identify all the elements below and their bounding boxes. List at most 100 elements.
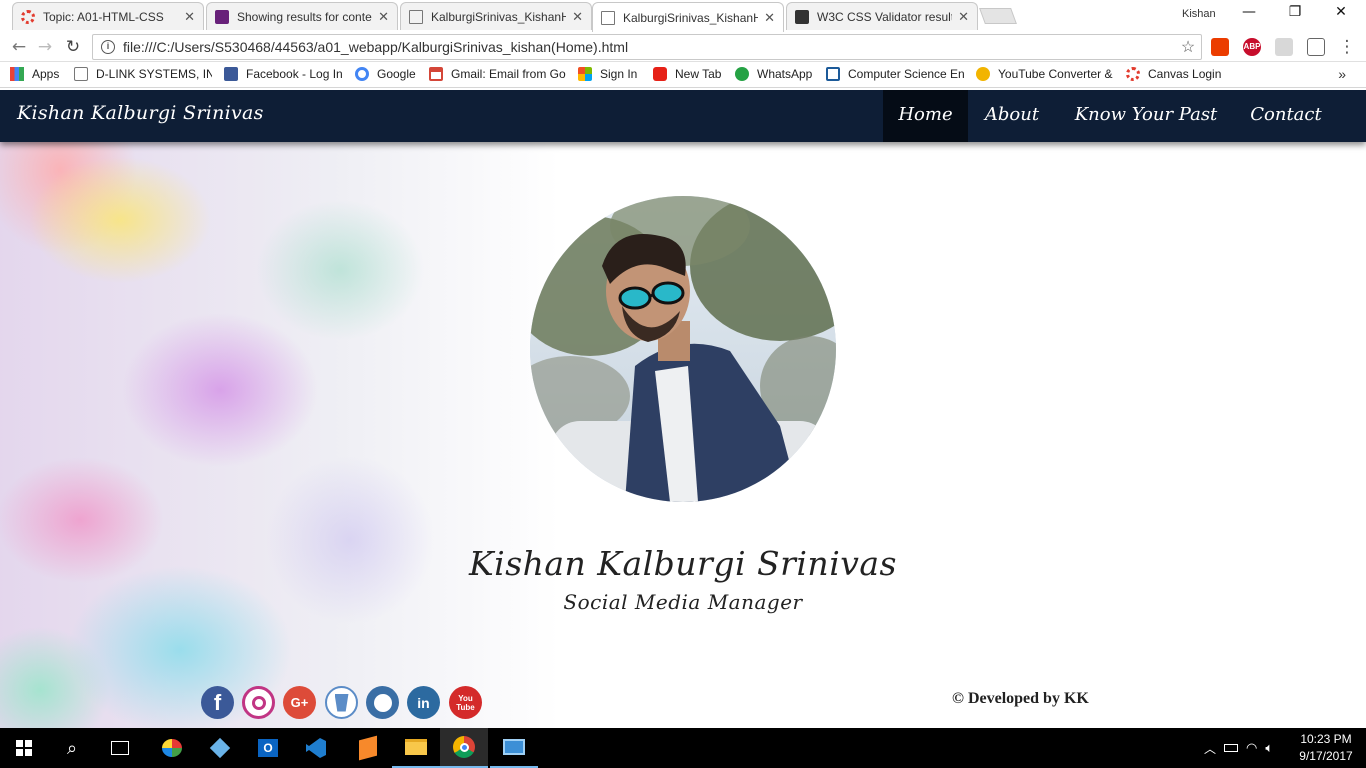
restore-icon[interactable]: ❐ (1272, 4, 1318, 20)
bookmark-label: Facebook - Log In (246, 67, 343, 81)
site-brand[interactable]: Kishan Kalburgi Srinivas (17, 102, 264, 124)
bookmarks-bar: Apps D-LINK SYSTEMS, INC Facebook - Log … (0, 62, 1366, 88)
canvas-icon (1126, 67, 1140, 81)
nav-about[interactable]: About (968, 90, 1056, 142)
search-icon[interactable]: ⌕ (48, 728, 96, 768)
adblock-icon[interactable]: ABP (1243, 38, 1261, 56)
gmail-icon (429, 67, 443, 81)
forward-icon[interactable]: → (34, 36, 56, 58)
new-tab-button[interactable] (979, 8, 1017, 24)
hero-role: Social Media Manager (563, 590, 803, 614)
visual-studio-code-icon[interactable] (292, 728, 340, 768)
canvas-icon (21, 9, 35, 24)
office-icon[interactable] (1211, 38, 1229, 56)
browser-tab[interactable]: KalburgiSrinivas_KishanH ✕ (400, 2, 592, 30)
taskbar-clock[interactable]: 10:23 PM 9/17/2017 (1290, 731, 1362, 765)
paint-icon[interactable] (148, 728, 196, 768)
bookmark-item[interactable]: Facebook - Log In (224, 67, 346, 81)
nav-contact[interactable]: Contact (1236, 90, 1336, 142)
github-icon[interactable] (366, 686, 399, 719)
youtube-icon[interactable]: You Tube (449, 686, 482, 719)
browser-tab[interactable]: Showing results for conte ✕ (206, 2, 398, 30)
chrome-icon[interactable] (440, 728, 488, 768)
linkedin-icon[interactable]: in (407, 686, 440, 719)
bookmark-item[interactable]: Canvas Login (1126, 67, 1226, 81)
task-view-icon[interactable] (96, 728, 144, 768)
windows-taskbar: ⌕ O ︿ ◠ 🔈︎ 10:23 PM 9/17/2017 (0, 728, 1366, 768)
hero-name: Kishan Kalburgi Srinivas (468, 544, 897, 583)
address-bar[interactable]: i file:///C:/Users/S530468/44563/a01_web… (92, 34, 1202, 60)
vs-icon (215, 9, 229, 24)
bookmark-star-icon[interactable]: ☆ (1175, 37, 1201, 57)
page-icon (74, 67, 88, 81)
clock-date: 9/17/2017 (1299, 749, 1353, 763)
bookmark-item[interactable]: Apps (10, 67, 70, 81)
bookmark-item[interactable]: Google (355, 67, 419, 81)
nav-know-your-past[interactable]: Know Your Past (1056, 90, 1236, 142)
close-icon[interactable]: ✕ (378, 9, 389, 25)
browser-toolbar: ← → ↻ i file:///C:/Users/S530468/44563/a… (0, 32, 1366, 62)
bookmark-item[interactable]: Gmail: Email from Go (429, 67, 567, 81)
system-tray: ︿ ◠ 🔈︎ (1204, 728, 1273, 768)
whatsapp-icon (735, 67, 749, 81)
bookmark-label: Canvas Login (1148, 67, 1222, 81)
sublime-icon[interactable] (344, 728, 392, 768)
footer-credit: © Developed by KK (952, 690, 1089, 707)
file-explorer-icon[interactable] (392, 728, 440, 768)
bookmarks-overflow-icon[interactable]: » (1338, 66, 1346, 82)
close-icon[interactable]: ✕ (764, 10, 775, 26)
tab-title: Topic: A01-HTML-CSS (43, 9, 164, 24)
instagram-icon[interactable] (242, 686, 275, 719)
swirl-background (0, 90, 560, 728)
chevron-up-icon[interactable]: ︿ (1204, 740, 1216, 757)
close-window-icon[interactable]: ✕ (1318, 4, 1364, 20)
start-icon[interactable] (0, 728, 48, 768)
reload-icon[interactable]: ↻ (62, 36, 84, 58)
browser-tab-active[interactable]: KalburgiSrinivas_KishanH ✕ (592, 2, 784, 32)
info-icon[interactable]: i (101, 40, 115, 54)
google-plus-icon[interactable]: G+ (283, 686, 316, 719)
bookmark-label: D-LINK SYSTEMS, INC (96, 67, 212, 81)
bookmark-item[interactable]: D-LINK SYSTEMS, INC (74, 67, 212, 81)
profile-photo (530, 196, 836, 502)
bitbucket-icon[interactable] (325, 686, 358, 719)
volume-icon[interactable]: 🔈︎ (1265, 740, 1273, 756)
back-icon[interactable]: ← (8, 36, 30, 58)
bookmark-item[interactable]: WhatsApp (735, 67, 819, 81)
minimize-icon[interactable]: — (1226, 4, 1272, 20)
nav-home[interactable]: Home (883, 90, 968, 142)
cast-icon[interactable] (1307, 38, 1325, 56)
tab-title: W3C CSS Validator result (817, 9, 953, 24)
page-icon (601, 10, 615, 25)
profile-name[interactable]: Kishan (1182, 8, 1216, 20)
web-page: Kishan Kalburgi Srinivas Home About Know… (0, 90, 1366, 728)
pdf-icon[interactable] (1275, 38, 1293, 56)
cube-3d-icon[interactable] (196, 728, 244, 768)
menu-icon[interactable]: ⋮ (1336, 36, 1358, 58)
page-icon (409, 9, 423, 24)
wifi-icon[interactable]: ◠ (1246, 740, 1257, 756)
bookmark-label: Computer Science En (848, 67, 964, 81)
converter-icon (976, 67, 990, 81)
bookmark-item[interactable]: Sign In (578, 67, 644, 81)
url-text[interactable]: file:///C:/Users/S530468/44563/a01_webap… (123, 39, 1175, 55)
bookmark-label: Apps (32, 67, 60, 81)
browser-tab[interactable]: W3C CSS Validator result ✕ (786, 2, 978, 30)
bookmark-label: Google (377, 67, 416, 81)
remote-desktop-icon[interactable] (490, 728, 538, 768)
close-icon[interactable]: ✕ (572, 9, 583, 25)
close-icon[interactable]: ✕ (958, 9, 969, 25)
battery-icon[interactable] (1224, 744, 1239, 752)
bookmark-label: Sign In (600, 67, 638, 81)
w3c-icon (795, 9, 809, 24)
close-icon[interactable]: ✕ (184, 9, 195, 25)
bookmark-label: New Tab (675, 67, 722, 81)
facebook-icon[interactable]: f (201, 686, 234, 719)
bookmark-item[interactable]: Computer Science En (826, 67, 964, 81)
outlook-icon[interactable]: O (244, 728, 292, 768)
profile-photo-illustration (530, 196, 836, 502)
browser-tab-strip: Topic: A01-HTML-CSS ✕ Showing results fo… (0, 0, 1366, 32)
browser-tab[interactable]: Topic: A01-HTML-CSS ✕ (12, 2, 204, 30)
bookmark-item[interactable]: New Tab (653, 67, 727, 81)
bookmark-item[interactable]: YouTube Converter & (976, 67, 1116, 81)
